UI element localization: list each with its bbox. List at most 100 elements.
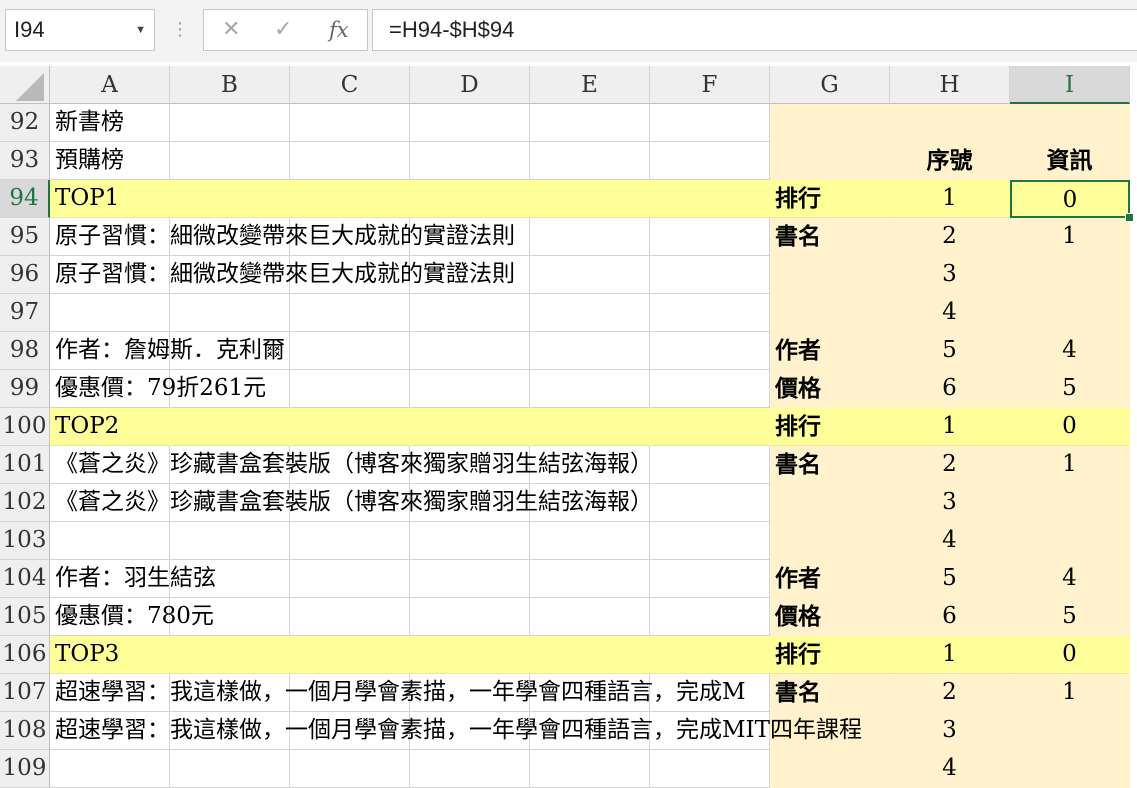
row-header[interactable]: 95 (0, 218, 50, 256)
cell-c103[interactable] (290, 522, 410, 560)
cell-c92[interactable] (290, 104, 410, 142)
row-header[interactable]: 94 (0, 180, 50, 218)
cell-h95[interactable]: 2 (890, 218, 1010, 256)
cell-g98[interactable]: 作者 (770, 332, 890, 370)
cell-a107[interactable]: 超速學習：我這樣做，一個月學會素描，一年學會四種語言，完成M (50, 674, 746, 712)
cell-f109[interactable] (650, 750, 770, 788)
cell-h109[interactable]: 4 (890, 750, 1010, 788)
row-header[interactable]: 96 (0, 256, 50, 294)
row-header[interactable]: 103 (0, 522, 50, 560)
row-header[interactable]: 101 (0, 446, 50, 484)
cell-a95[interactable]: 原子習慣：細微改變帶來巨大成就的實證法則 (50, 218, 515, 256)
cell-e109[interactable] (530, 750, 650, 788)
cell-a94[interactable]: TOP1 (50, 180, 170, 218)
row-header[interactable]: 102 (0, 484, 50, 522)
cell-b100[interactable] (170, 408, 290, 446)
cell-c97[interactable] (290, 294, 410, 332)
cell-h104[interactable]: 5 (890, 560, 1010, 598)
cell-d93[interactable] (410, 142, 530, 180)
cell-i108[interactable] (1010, 712, 1130, 750)
cell-c93[interactable] (290, 142, 410, 180)
cell-e98[interactable] (530, 332, 650, 370)
row-header[interactable]: 107 (0, 674, 50, 712)
cell-d92[interactable] (410, 104, 530, 142)
cell-f98[interactable] (650, 332, 770, 370)
row-header[interactable]: 104 (0, 560, 50, 598)
fill-handle[interactable] (1125, 213, 1134, 222)
cell-e94[interactable] (530, 180, 650, 218)
column-header-e[interactable]: E (530, 66, 650, 104)
cell-e103[interactable] (530, 522, 650, 560)
column-header-b[interactable]: B (170, 66, 290, 104)
row-header[interactable]: 93 (0, 142, 50, 180)
cell-f100[interactable] (650, 408, 770, 446)
cell-c99[interactable] (290, 370, 410, 408)
row-header[interactable]: 105 (0, 598, 50, 636)
cell-i104[interactable]: 4 (1010, 560, 1130, 598)
cell-f93[interactable] (650, 142, 770, 180)
cell-f95[interactable] (650, 218, 770, 256)
cell-e92[interactable] (530, 104, 650, 142)
column-header-a[interactable]: A (50, 66, 170, 104)
cell-b103[interactable] (170, 522, 290, 560)
row-header[interactable]: 98 (0, 332, 50, 370)
cell-f105[interactable] (650, 598, 770, 636)
cell-d103[interactable] (410, 522, 530, 560)
cell-g99[interactable]: 價格 (770, 370, 890, 408)
cell-i96[interactable] (1010, 256, 1130, 294)
cell-i106[interactable]: 0 (1010, 636, 1130, 674)
cell-i100[interactable]: 0 (1010, 408, 1130, 446)
cell-g94[interactable]: 排行 (770, 180, 890, 218)
cell-h107[interactable]: 2 (890, 674, 1010, 712)
insert-function-icon[interactable]: fx (329, 10, 349, 50)
column-header-d[interactable]: D (410, 66, 530, 104)
name-box[interactable]: I94 ▼ (5, 9, 155, 51)
cell-f102[interactable] (650, 484, 770, 522)
cell-d98[interactable] (410, 332, 530, 370)
cell-h103[interactable]: 4 (890, 522, 1010, 560)
cell-e106[interactable] (530, 636, 650, 674)
cell-a97[interactable] (50, 294, 170, 332)
cell-i92[interactable] (1010, 104, 1130, 142)
column-header-i[interactable]: I (1010, 66, 1130, 104)
cell-d99[interactable] (410, 370, 530, 408)
cell-i109[interactable] (1010, 750, 1130, 788)
cell-i95[interactable]: 1 (1010, 218, 1130, 256)
cell-i101[interactable]: 1 (1010, 446, 1130, 484)
cell-h97[interactable]: 4 (890, 294, 1010, 332)
cell-i103[interactable] (1010, 522, 1130, 560)
column-header-g[interactable]: G (770, 66, 890, 104)
row-header[interactable]: 100 (0, 408, 50, 446)
cancel-icon[interactable]: ✕ (222, 10, 240, 50)
cell-i105[interactable]: 5 (1010, 598, 1130, 636)
cell-c106[interactable] (290, 636, 410, 674)
cell-f92[interactable] (650, 104, 770, 142)
cell-g104[interactable]: 作者 (770, 560, 890, 598)
cell-h105[interactable]: 6 (890, 598, 1010, 636)
cell-g103[interactable] (770, 522, 890, 560)
cell-a101[interactable]: 《蒼之炎》珍藏書盒套裝版（博客來獨家贈羽生結弦海報） (50, 446, 653, 484)
cell-a103[interactable] (50, 522, 170, 560)
drag-handle-icon[interactable]: ⋮ (171, 16, 189, 44)
cell-g92[interactable] (770, 104, 890, 142)
cell-i99[interactable]: 5 (1010, 370, 1130, 408)
enter-icon[interactable]: ✓ (274, 10, 292, 50)
column-header-f[interactable]: F (650, 66, 770, 104)
cell-d94[interactable] (410, 180, 530, 218)
cell-e97[interactable] (530, 294, 650, 332)
select-all-button[interactable] (0, 66, 50, 104)
cell-d105[interactable] (410, 598, 530, 636)
cell-b106[interactable] (170, 636, 290, 674)
cell-a106[interactable]: TOP3 (50, 636, 170, 674)
cell-a98[interactable]: 作者：詹姆斯．克利爾 (50, 332, 285, 370)
cell-e105[interactable] (530, 598, 650, 636)
cell-f99[interactable] (650, 370, 770, 408)
cell-c104[interactable] (290, 560, 410, 598)
cell-i107[interactable]: 1 (1010, 674, 1130, 712)
cell-h98[interactable]: 5 (890, 332, 1010, 370)
cell-d106[interactable] (410, 636, 530, 674)
cell-e100[interactable] (530, 408, 650, 446)
cell-a96[interactable]: 原子習慣：細微改變帶來巨大成就的實證法則 (50, 256, 515, 294)
cell-h96[interactable]: 3 (890, 256, 1010, 294)
cell-h108[interactable]: 3 (890, 712, 1010, 750)
